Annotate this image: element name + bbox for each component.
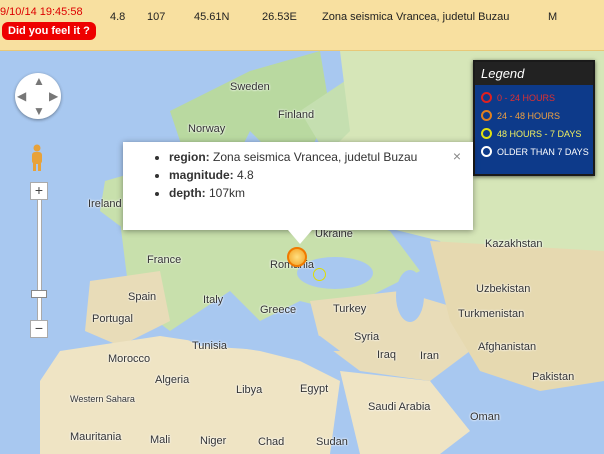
label-pakistan: Pakistan xyxy=(532,371,575,383)
magnitude-key: magnitude: xyxy=(169,168,234,182)
older-earthquake-marker[interactable] xyxy=(313,268,326,281)
longitude: 26.53E xyxy=(262,11,297,23)
label-ireland: Ireland xyxy=(88,198,122,210)
label-oman: Oman xyxy=(470,411,500,423)
pan-right-icon[interactable]: ▶ xyxy=(49,89,58,103)
label-niger: Niger xyxy=(200,435,227,447)
legend-item-24-48: 24 - 48 HOURS xyxy=(481,110,593,121)
label-finland: Finland xyxy=(278,109,315,121)
label-iraq: Iraq xyxy=(377,349,396,361)
region-row: region: Zona seismica Vrancea, judetul B… xyxy=(169,150,473,164)
legend: Legend 0 - 24 HOURS 24 - 48 HOURS 48 HOU… xyxy=(473,60,595,176)
pegman-icon[interactable] xyxy=(29,144,45,172)
label-mauritania: Mauritania xyxy=(70,431,122,443)
label-syria: Syria xyxy=(354,331,380,343)
label-chad: Chad xyxy=(258,436,285,448)
legend-title: Legend xyxy=(475,62,593,85)
red-ring-icon xyxy=(481,92,492,103)
region-key: region: xyxy=(169,150,210,164)
white-ring-icon xyxy=(481,146,492,157)
yellow-ring-icon xyxy=(481,128,492,139)
magnitude-row: magnitude: 4.8 xyxy=(169,168,473,182)
legend-item-0-24: 0 - 24 HOURS xyxy=(481,92,593,103)
pan-control[interactable]: ▲ ▼ ◀ ▶ xyxy=(15,73,61,119)
type: M xyxy=(548,11,558,23)
zoom-out-button[interactable]: − xyxy=(30,320,48,338)
label-sudan: Sudan xyxy=(316,436,348,448)
info-window-tail xyxy=(288,230,312,244)
label-sweden: Sweden xyxy=(230,81,270,93)
magnitude-value: 4.8 xyxy=(237,168,254,182)
earthquake-marker[interactable] xyxy=(287,247,307,267)
info-window: region: Zona seismica Vrancea, judetul B… xyxy=(123,142,473,244)
label-mali: Mali xyxy=(150,434,171,446)
depth-row: depth: 107km xyxy=(169,186,473,200)
quake-row: 9/10/14 19:45:58 4.8 107 45.61N 26.53E Z… xyxy=(0,0,604,51)
label-portugal: Portugal xyxy=(92,313,133,325)
latitude: 45.61N xyxy=(194,11,230,23)
region: Zona seismica Vrancea, judetul Buzau xyxy=(322,11,510,23)
did-you-feel-it-button[interactable]: Did you feel it ? xyxy=(2,22,96,40)
label-greece: Greece xyxy=(260,304,297,316)
label-afghanistan: Afghanistan xyxy=(478,341,537,353)
orange-ring-icon xyxy=(481,110,492,121)
label-turkmenistan: Turkmenistan xyxy=(458,308,525,320)
label-algeria: Algeria xyxy=(155,374,190,386)
depth-key: depth: xyxy=(169,186,206,200)
depth-value: 107km xyxy=(209,186,246,200)
region-value: Zona seismica Vrancea, judetul Buzau xyxy=(213,150,418,164)
datetime: 9/10/14 19:45:58 xyxy=(0,6,83,18)
close-icon[interactable]: × xyxy=(453,148,461,164)
label-france: France xyxy=(147,254,182,266)
label-turkey: Turkey xyxy=(333,303,367,315)
label-tunisia: Tunisia xyxy=(192,340,228,352)
label-norway: Norway xyxy=(188,123,226,135)
label-egypt: Egypt xyxy=(300,383,329,395)
legend-item-48h-7d: 48 HOURS - 7 DAYS xyxy=(481,128,593,139)
label-italy: Italy xyxy=(203,294,224,306)
zoom-slider-track[interactable] xyxy=(37,199,42,321)
label-saudi-arabia: Saudi Arabia xyxy=(368,401,431,413)
depth: 107 xyxy=(147,11,166,23)
label-libya: Libya xyxy=(236,384,263,396)
magnitude: 4.8 xyxy=(110,11,126,23)
label-kazakhstan: Kazakhstan xyxy=(485,238,543,250)
zoom-in-button[interactable]: + xyxy=(30,182,48,200)
zoom-slider-thumb[interactable] xyxy=(31,290,47,298)
pan-left-icon[interactable]: ◀ xyxy=(17,89,26,103)
label-morocco: Morocco xyxy=(108,353,151,365)
pan-up-icon[interactable]: ▲ xyxy=(33,74,45,88)
pan-down-icon[interactable]: ▼ xyxy=(33,104,45,118)
label-iran: Iran xyxy=(420,350,439,362)
legend-item-older-7d: OLDER THAN 7 DAYS xyxy=(481,146,593,157)
label-western-sahara: Western Sahara xyxy=(70,394,135,404)
label-spain: Spain xyxy=(128,291,157,303)
label-uzbekistan: Uzbekistan xyxy=(476,283,531,295)
